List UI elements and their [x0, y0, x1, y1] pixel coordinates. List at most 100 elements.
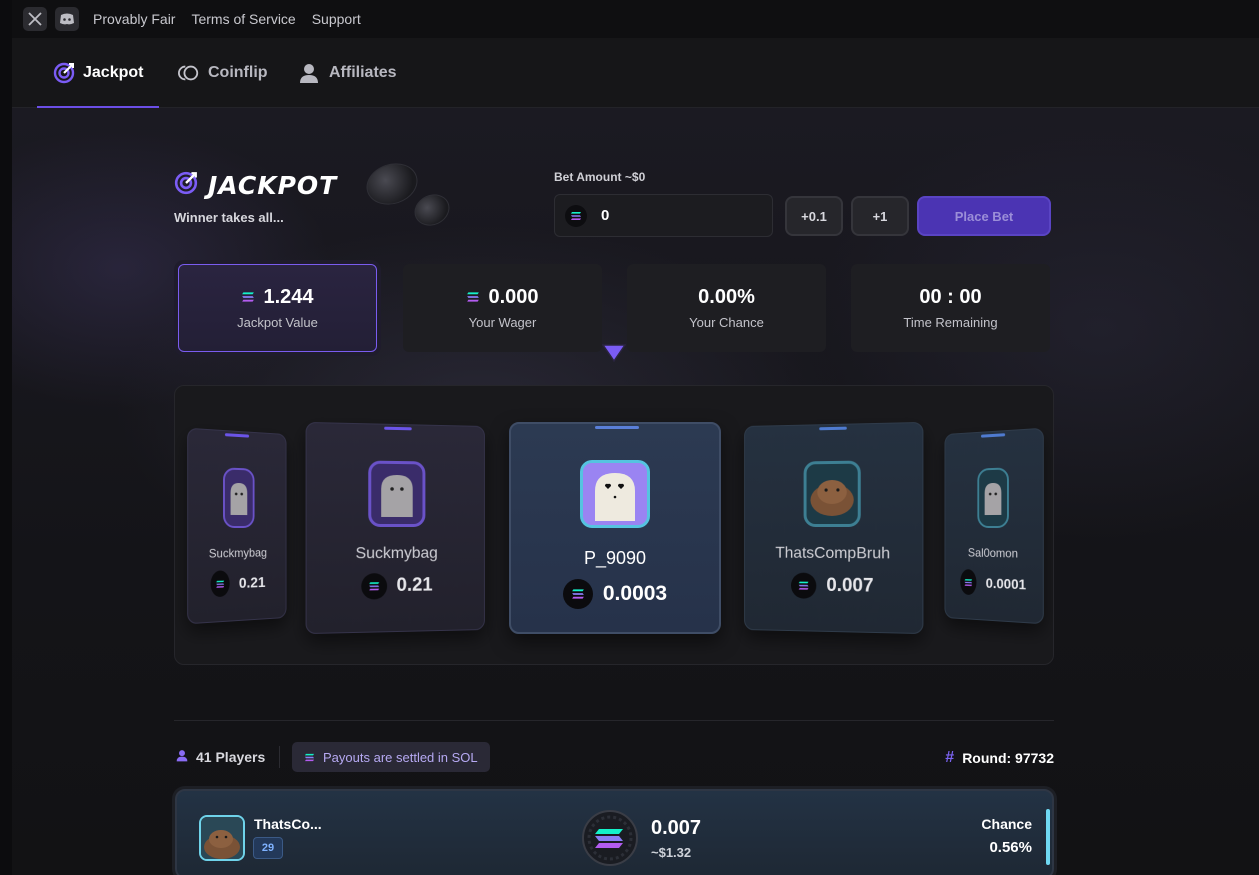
card-marker: [384, 426, 412, 431]
jackpot-page: JACKPOT Winner takes all... Bet Amount ~…: [0, 0, 1259, 875]
card-player-name: P_9090: [583, 548, 647, 568]
sol-icon: [360, 573, 387, 600]
card-amount: 0.21: [396, 574, 433, 597]
jackpot-heading: JACKPOT: [174, 171, 337, 200]
avatar: [199, 815, 245, 861]
wager-value: 0.000: [488, 286, 539, 308]
tab-coinflip-label: Coinflip: [208, 64, 268, 81]
time-remaining-value: 00 : 00: [919, 286, 982, 308]
x-twitter-icon[interactable]: [23, 7, 47, 31]
tab-jackpot-label: Jackpot: [83, 64, 144, 81]
jackpot-value-label: Jackpot Value: [237, 315, 318, 330]
card-amount: 0.007: [826, 574, 874, 597]
card-player-name: ThatsCompBruh: [775, 544, 891, 563]
card-player-name: Suckmybag: [355, 544, 438, 563]
chance-value: 0.00%: [698, 286, 755, 308]
reel-card-selected: P_9090 0.0003: [509, 422, 721, 634]
page-title: JACKPOT: [208, 171, 338, 200]
sol-icon: [565, 204, 587, 227]
reel-card: ThatsCompBruh 0.007: [744, 421, 924, 635]
avatar: [368, 460, 426, 528]
reel-card: Sal0omon 0.0001: [944, 427, 1044, 625]
sol-icon: [562, 579, 593, 609]
user-icon: [176, 749, 188, 765]
reel-pointer-icon: [601, 344, 627, 363]
payout-note-text: Payouts are settled in SOL: [323, 749, 478, 765]
bet-amount-label: Bet Amount ~$0: [554, 170, 646, 184]
your-chance-card: 0.00% Your Chance: [627, 264, 826, 352]
card-amount-row: 0.007: [791, 572, 874, 600]
main-nav: Jackpot Coinflip Affiliates: [12, 38, 1259, 108]
sol-icon: [241, 286, 255, 309]
place-bet-button[interactable]: Place Bet: [917, 196, 1051, 236]
card-amount: 0.21: [238, 573, 266, 592]
card-player-name: Suckmybag: [208, 545, 268, 561]
user-icon: [299, 62, 321, 84]
divider: [279, 746, 280, 768]
sol-icon: [791, 572, 817, 599]
avatar: [222, 467, 255, 529]
player-count: 41 Players: [176, 749, 265, 765]
avatar: [976, 467, 1009, 529]
support-link[interactable]: Support: [312, 11, 361, 27]
jackpot-value: 1.244: [263, 286, 314, 308]
avatar: [580, 460, 650, 528]
sol-icon: [960, 569, 977, 596]
terms-of-service-link[interactable]: Terms of Service: [191, 11, 295, 27]
player-entry-row[interactable]: ThatsCo... 29 0.007 ~$1.32 Chance 0.56%: [175, 789, 1054, 875]
card-amount: 0.0003: [602, 582, 668, 605]
round-indicator: # Round: 97732: [945, 749, 1054, 767]
provably-fair-link[interactable]: Provably Fair: [93, 11, 175, 27]
tab-coinflip[interactable]: Coinflip: [178, 38, 268, 108]
payout-note-badge: Payouts are settled in SOL: [292, 742, 490, 772]
entry-chance-label: Chance: [981, 816, 1032, 832]
card-marker: [980, 433, 1006, 438]
wager-label: Your Wager: [468, 315, 537, 330]
level-badge: 29: [253, 837, 283, 859]
card-amount: 0.0001: [985, 574, 1027, 593]
section-divider: [174, 720, 1054, 721]
jackpot-value-row: 1.244: [241, 286, 314, 309]
tab-affiliates[interactable]: Affiliates: [299, 38, 397, 108]
hash-icon: #: [945, 749, 955, 766]
reel-card: Suckmybag 0.21: [187, 427, 287, 625]
time-remaining-card: 00 : 00 Time Remaining: [851, 264, 1050, 352]
sol-coin-icon: [581, 809, 639, 867]
jackpot-reel: Suckmybag 0.21 Suckmybag 0.21 P_9090 0.0…: [174, 385, 1054, 665]
entry-usd-value: ~$1.32: [651, 845, 692, 860]
add-0.1-button[interactable]: +0.1: [785, 196, 843, 236]
coin-icon: [178, 62, 200, 84]
coin-decoration-icon: [361, 156, 423, 212]
entry-player-name: ThatsCo...: [254, 816, 322, 832]
top-bar: Provably Fair Terms of Service Support: [12, 0, 1259, 38]
card-player-name: Sal0omon: [967, 545, 1018, 561]
page-subtitle: Winner takes all...: [174, 210, 284, 225]
entry-chance-value: 0.56%: [989, 839, 1032, 856]
card-amount-row: 0.21: [210, 569, 266, 598]
sol-icon: [304, 750, 315, 765]
bet-amount-input[interactable]: [601, 207, 751, 224]
target-icon: [53, 62, 75, 84]
card-amount-row: 0.0003: [562, 579, 668, 609]
round-number: Round: 97732: [962, 750, 1054, 766]
add-1-button[interactable]: +1: [851, 196, 909, 236]
tab-jackpot[interactable]: Jackpot: [36, 38, 161, 108]
discord-icon[interactable]: [55, 7, 79, 31]
target-icon: [174, 171, 198, 200]
card-marker: [819, 426, 847, 431]
reel-card: Suckmybag 0.21: [305, 421, 485, 635]
sol-icon: [210, 570, 230, 598]
time-remaining-label: Time Remaining: [903, 315, 998, 330]
player-count-label: 41 Players: [196, 749, 266, 765]
your-wager-card: 0.000 Your Wager: [403, 264, 602, 352]
wager-value-row: 0.000: [466, 286, 539, 309]
avatar: [803, 460, 861, 528]
card-marker: [224, 433, 250, 438]
tab-affiliates-label: Affiliates: [329, 64, 397, 81]
card-amount-row: 0.0001: [960, 569, 1026, 598]
jackpot-value-card: 1.244 Jackpot Value: [178, 264, 377, 352]
card-amount-row: 0.21: [360, 573, 433, 600]
bet-amount-field[interactable]: [554, 194, 773, 237]
chance-label: Your Chance: [689, 315, 764, 330]
entry-amount: 0.007: [651, 817, 702, 839]
